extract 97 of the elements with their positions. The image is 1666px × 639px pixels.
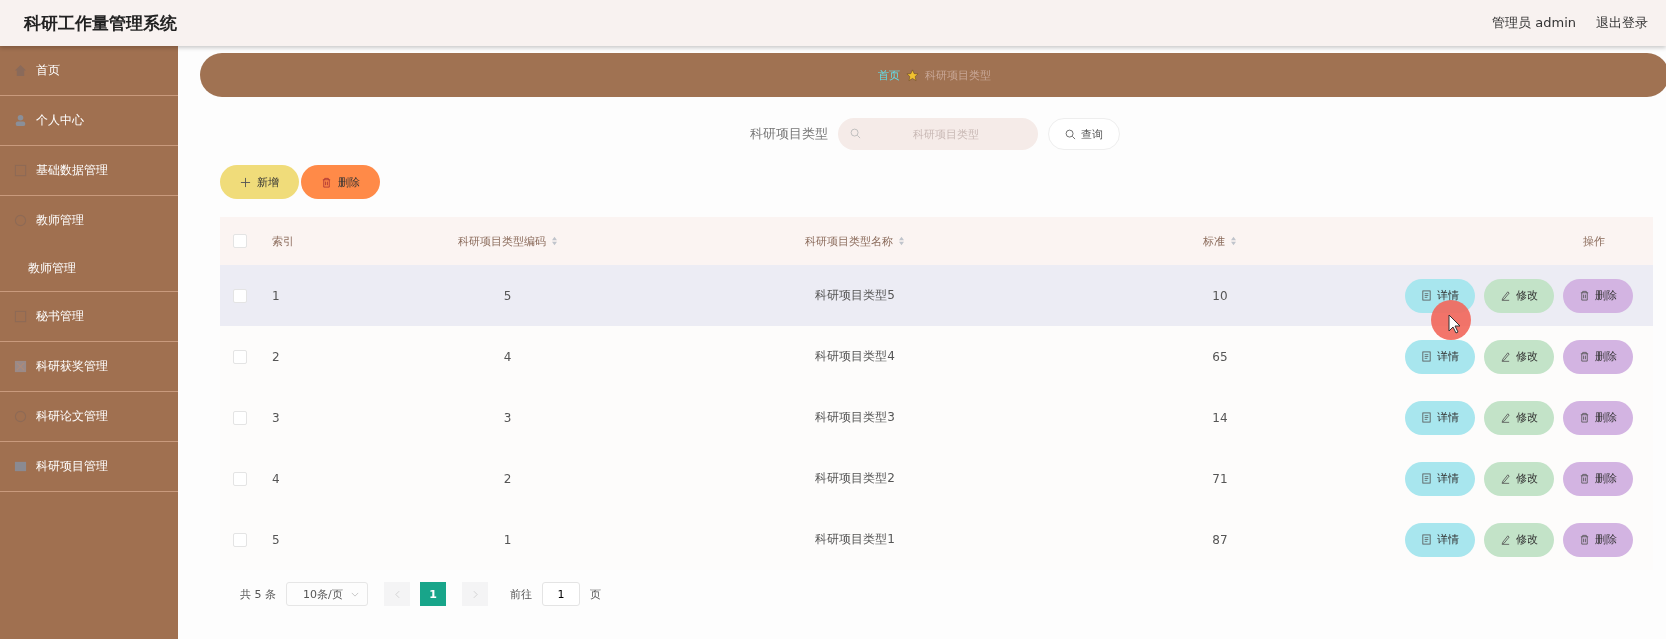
edit-button[interactable]: 修改 xyxy=(1484,278,1554,313)
edit-button[interactable]: 修改 xyxy=(1484,522,1554,557)
document-icon xyxy=(1421,534,1432,545)
search-button[interactable]: 查询 xyxy=(1047,118,1120,150)
trash-icon xyxy=(1579,534,1590,545)
table-cell: 4 xyxy=(272,471,280,486)
row-checkbox[interactable] xyxy=(233,532,247,547)
logout-link[interactable]: 退出登录 xyxy=(1596,14,1648,32)
row-checkbox[interactable] xyxy=(233,349,247,364)
table-cell: 科研项目类型3 xyxy=(815,409,895,426)
select-all-checkbox[interactable] xyxy=(233,234,247,248)
delete-button[interactable]: 删除 xyxy=(301,165,380,199)
table-cell: 1 xyxy=(272,288,280,303)
sidebar-item[interactable]: 首页 xyxy=(0,46,178,95)
detail-button[interactable]: 详情 xyxy=(1405,461,1475,496)
trash-icon xyxy=(1579,473,1590,484)
chevron-down-icon xyxy=(351,591,359,597)
trash-icon xyxy=(1579,412,1590,423)
table-cell: 科研项目类型1 xyxy=(815,531,895,548)
sidebar-item[interactable]: 科研项目管理 xyxy=(0,442,178,491)
add-button[interactable]: 新增 xyxy=(220,165,299,199)
trash-icon xyxy=(1579,351,1590,362)
square-icon xyxy=(14,460,27,473)
plus-icon xyxy=(240,176,251,188)
sidebar-item[interactable]: 教师管理 xyxy=(0,196,178,245)
table-cell: 科研项目类型5 xyxy=(815,287,895,304)
table-cell: 5 xyxy=(503,288,512,303)
table-cell: 10 xyxy=(1212,288,1228,303)
column-header: 操作 xyxy=(1583,233,1605,249)
column-header[interactable]: 科研项目类型名称 xyxy=(805,233,905,249)
star-icon xyxy=(906,68,919,82)
goto-label: 前往 xyxy=(510,586,532,602)
user-icon xyxy=(14,114,27,127)
table-cell: 14 xyxy=(1212,410,1228,425)
sidebar-item[interactable]: 基础数据管理 xyxy=(0,146,178,195)
page-suffix: 页 xyxy=(590,586,601,602)
pencil-icon xyxy=(1500,412,1511,423)
square-cross-icon xyxy=(14,360,27,373)
delete-button[interactable]: 删除 xyxy=(1563,400,1633,435)
column-header[interactable]: 标准 xyxy=(1203,233,1237,249)
trash-icon xyxy=(321,176,332,188)
document-icon xyxy=(1421,290,1432,301)
table-cell: 2 xyxy=(272,349,280,364)
column-header[interactable]: 科研项目类型编码 xyxy=(457,233,558,249)
table-cell: 5 xyxy=(272,532,280,547)
table-cell: 65 xyxy=(1212,349,1228,364)
table-cell: 科研项目类型2 xyxy=(815,470,895,487)
table-cell: 1 xyxy=(503,532,512,547)
table-cell: 71 xyxy=(1212,471,1228,486)
document-icon xyxy=(1421,351,1432,362)
edit-button[interactable]: 修改 xyxy=(1484,400,1554,435)
row-checkbox[interactable] xyxy=(233,288,247,303)
sidebar-item[interactable]: 秘书管理 xyxy=(0,292,178,341)
sidebar-item[interactable]: 科研论文管理 xyxy=(0,392,178,441)
page-size-select[interactable]: 10条/页 xyxy=(286,582,368,606)
breadcrumb-current: 科研项目类型 xyxy=(925,67,991,83)
table-row[interactable]: 1 5 科研项目类型5 10 详情 修改 删除 xyxy=(220,265,1653,326)
search-label: 科研项目类型 xyxy=(749,125,828,143)
row-checkbox[interactable] xyxy=(233,410,247,425)
trash-icon xyxy=(1579,290,1590,301)
search-icon xyxy=(1064,128,1076,140)
edit-button[interactable]: 修改 xyxy=(1484,461,1554,496)
pencil-icon xyxy=(1500,290,1511,301)
previous-page-button[interactable] xyxy=(384,582,410,606)
document-icon xyxy=(1421,412,1432,423)
pencil-icon xyxy=(1500,473,1511,484)
user-name: 管理员 admin xyxy=(1492,14,1576,32)
column-header: 索引 xyxy=(272,233,294,249)
detail-button[interactable]: 详情 xyxy=(1405,339,1475,374)
table-cell: 2 xyxy=(503,471,512,486)
system-title: 科研工作量管理系统 xyxy=(24,11,177,35)
table-cell: 4 xyxy=(503,349,512,364)
pencil-icon xyxy=(1500,534,1511,545)
sort-icon[interactable] xyxy=(1230,236,1237,246)
search-icon xyxy=(849,128,861,139)
delete-button[interactable]: 删除 xyxy=(1563,461,1633,496)
delete-button[interactable]: 删除 xyxy=(1563,522,1633,557)
page-input[interactable]: 1 xyxy=(542,582,580,606)
sidebar-item[interactable]: 科研获奖管理 xyxy=(0,342,178,391)
detail-button[interactable]: 详情 xyxy=(1405,400,1475,435)
edit-button[interactable]: 修改 xyxy=(1484,339,1554,374)
detail-button[interactable]: 详情 xyxy=(1405,522,1475,557)
sort-icon[interactable] xyxy=(898,236,905,246)
pencil-icon xyxy=(1500,351,1511,362)
table-cell: 87 xyxy=(1212,532,1228,547)
next-page-button[interactable] xyxy=(462,582,488,606)
delete-button[interactable]: 删除 xyxy=(1563,278,1633,313)
row-checkbox[interactable] xyxy=(233,471,247,486)
table-cell: 3 xyxy=(503,410,512,425)
sort-icon[interactable] xyxy=(550,236,558,246)
document-icon xyxy=(1421,473,1432,484)
delete-button[interactable]: 删除 xyxy=(1563,339,1633,374)
table-cell: 科研项目类型4 xyxy=(815,348,895,365)
total-count: 共 5 条 xyxy=(240,586,276,602)
sidebar-subitem[interactable]: 教师管理 xyxy=(0,245,178,291)
sidebar-item[interactable]: 个人中心 xyxy=(0,96,178,145)
table-cell: 3 xyxy=(272,410,280,425)
